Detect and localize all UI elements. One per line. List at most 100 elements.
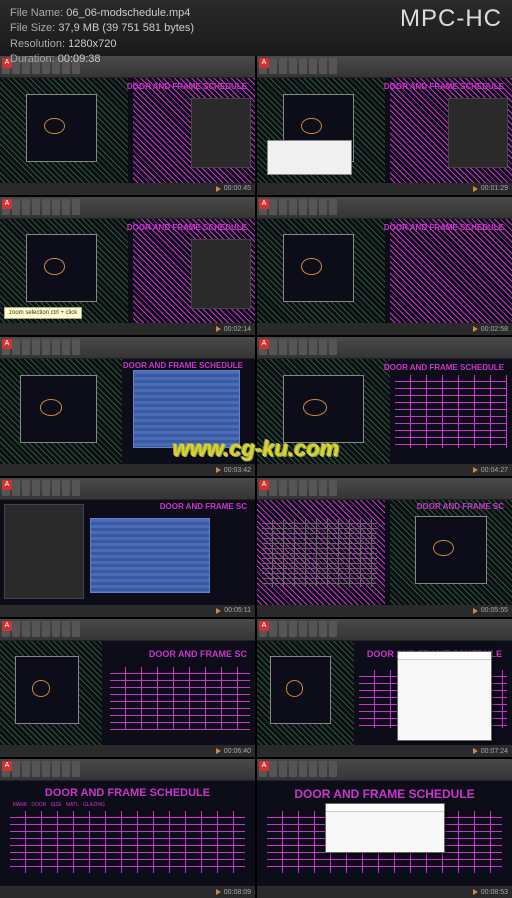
schedule-title: DOOR AND FRAME SCHEDULE (123, 361, 243, 370)
drawing-canvas: DOOR AND FRAME SCHEDULE (0, 78, 255, 183)
file-name-value: 06_06-modschedule.mp4 (66, 7, 190, 19)
ribbon-toolbar (0, 337, 255, 359)
timestamp: 00:05:11 (224, 607, 251, 614)
thumbnail-2[interactable]: A DOOR AND FRAME SCHEDULE 00:01:29 (257, 56, 512, 195)
drawing-canvas: DOOR AND FRAME SCHEDULE MARK DOOR SIZE M… (0, 781, 255, 886)
status-bar: 00:06:40 (0, 745, 255, 757)
resolution-value: 1280x720 (68, 38, 116, 50)
app-title: MPC-HC (400, 2, 502, 36)
ribbon-toolbar (0, 759, 255, 781)
thumbnail-8[interactable]: A DOOR AND FRAME SC 00:05:55 (257, 478, 512, 617)
timestamp: 00:08:53 (481, 889, 508, 896)
play-icon (473, 889, 478, 895)
status-bar: 00:08:53 (257, 886, 512, 898)
ribbon-toolbar (257, 337, 512, 359)
file-size-label: File Size: (10, 22, 55, 34)
schedule-title: DOOR AND FRAME SCHEDULE (384, 363, 504, 372)
play-icon (216, 608, 221, 614)
properties-panel[interactable] (191, 239, 251, 309)
status-bar: 00:01:29 (257, 183, 512, 195)
thumbnail-5[interactable]: A DOOR AND FRAME SCHEDULE 00:03:42 (0, 337, 255, 476)
play-icon (473, 608, 478, 614)
drawing-canvas: DOOR AND FRAME SCHEDULE (257, 78, 512, 183)
data-table[interactable] (133, 370, 240, 449)
status-bar: 00:05:11 (0, 605, 255, 617)
properties-panel[interactable] (448, 98, 508, 168)
play-icon (216, 467, 221, 473)
col-glazing: GLAZING (83, 802, 105, 808)
thumbnail-9[interactable]: A DOOR AND FRAME SC 00:06:40 (0, 619, 255, 758)
autocad-icon: A (259, 621, 269, 631)
info-header: File Name: 06_06-modschedule.mp4 File Si… (0, 0, 512, 56)
timestamp: 00:01:29 (481, 185, 508, 192)
autocad-icon: A (259, 339, 269, 349)
timestamp: 00:05:55 (481, 607, 508, 614)
thumbnail-11[interactable]: A DOOR AND FRAME SCHEDULE MARK DOOR SIZE… (0, 759, 255, 898)
schedule-title: DOOR AND FRAME SC (417, 502, 504, 511)
timestamp: 00:08:09 (224, 889, 251, 896)
drawing-canvas: DOOR AND FRAME SC (0, 500, 255, 605)
drawing-canvas: DOOR AND FRAME SCHEDULE (257, 781, 512, 886)
file-name-label: File Name: (10, 7, 63, 19)
autocad-icon: A (2, 199, 12, 209)
timestamp: 00:06:40 (224, 748, 251, 755)
export-dialog[interactable] (397, 651, 492, 741)
autocad-icon: A (2, 761, 12, 771)
schedule-title: DOOR AND FRAME SCHEDULE (45, 787, 210, 799)
autocad-icon: A (2, 480, 12, 490)
drawing-canvas: DOOR AND FRAME SC (0, 641, 255, 746)
thumbnail-12[interactable]: A DOOR AND FRAME SCHEDULE 00:08:53 (257, 759, 512, 898)
data-table[interactable] (90, 518, 210, 593)
play-icon (216, 748, 221, 754)
autocad-icon: A (259, 480, 269, 490)
play-icon (473, 186, 478, 192)
status-bar: 00:04:27 (257, 464, 512, 476)
autocad-icon: A (259, 199, 269, 209)
thumbnail-6[interactable]: A DOOR AND FRAME SCHEDULE 00:04:27 (257, 337, 512, 476)
zoom-tooltip: zoom selection ctrl + click (4, 307, 82, 319)
timestamp: 00:00:45 (224, 185, 251, 192)
timestamp: 00:04:27 (481, 467, 508, 474)
timestamp: 00:07:24 (481, 748, 508, 755)
ribbon-toolbar (0, 619, 255, 641)
col-matl: MATL (66, 802, 79, 808)
thumbnail-4[interactable]: A DOOR AND FRAME SCHEDULE 00:02:58 (257, 197, 512, 336)
drawing-canvas: DOOR AND FRAME SCHEDULE (0, 359, 255, 464)
col-mark: MARK (13, 802, 27, 808)
status-bar: 00:00:45 (0, 183, 255, 195)
play-icon (473, 467, 478, 473)
schedule-title: DOOR AND FRAME SCHEDULE (127, 223, 247, 232)
schedule-title: DOOR AND FRAME SC (160, 502, 247, 511)
drawing-canvas: DOOR AND FRAME SCHEDULE (257, 359, 512, 464)
status-bar: 00:02:14 (0, 323, 255, 335)
status-bar: 00:08:09 (0, 886, 255, 898)
properties-panel[interactable] (191, 98, 251, 168)
thumbnail-3[interactable]: A DOOR AND FRAME SCHEDULE zoom selection… (0, 197, 255, 336)
drawing-canvas: DOOR AND FRAME SCHEDULE (257, 219, 512, 324)
status-bar: 00:03:42 (0, 464, 255, 476)
alert-dialog[interactable] (325, 803, 445, 853)
thumbnail-grid: A DOOR AND FRAME SCHEDULE 00:00:45 A (0, 56, 512, 898)
ribbon-toolbar (0, 478, 255, 500)
drawing-canvas: DOOR AND FRAME SC (257, 500, 512, 605)
status-bar: 00:07:24 (257, 745, 512, 757)
ribbon-toolbar (257, 619, 512, 641)
schedule-title: DOOR AND FRAME SCHEDULE (127, 82, 247, 91)
col-size: SIZE (51, 802, 62, 808)
resolution-label: Resolution: (10, 38, 65, 50)
thumbnail-7[interactable]: A DOOR AND FRAME SC 00:05:11 (0, 478, 255, 617)
duration-value: 00:09:38 (58, 53, 101, 65)
play-icon (473, 748, 478, 754)
thumbnail-10[interactable]: A DOOR AND FRAME SCHEDULE 00:07:24 (257, 619, 512, 758)
ribbon-toolbar (257, 197, 512, 219)
thumbnail-1[interactable]: A DOOR AND FRAME SCHEDULE 00:00:45 (0, 56, 255, 195)
file-size-value: 37,9 MB (39 751 581 bytes) (58, 22, 194, 34)
schedule-title: DOOR AND FRAME SCHEDULE (384, 223, 504, 232)
options-panel[interactable] (4, 504, 84, 599)
schedule-title: DOOR AND FRAME SC (149, 649, 247, 659)
status-bar: 00:02:58 (257, 323, 512, 335)
ribbon-toolbar (0, 197, 255, 219)
ribbon-toolbar (257, 478, 512, 500)
ribbon-toolbar (257, 759, 512, 781)
timestamp: 00:02:14 (224, 326, 251, 333)
